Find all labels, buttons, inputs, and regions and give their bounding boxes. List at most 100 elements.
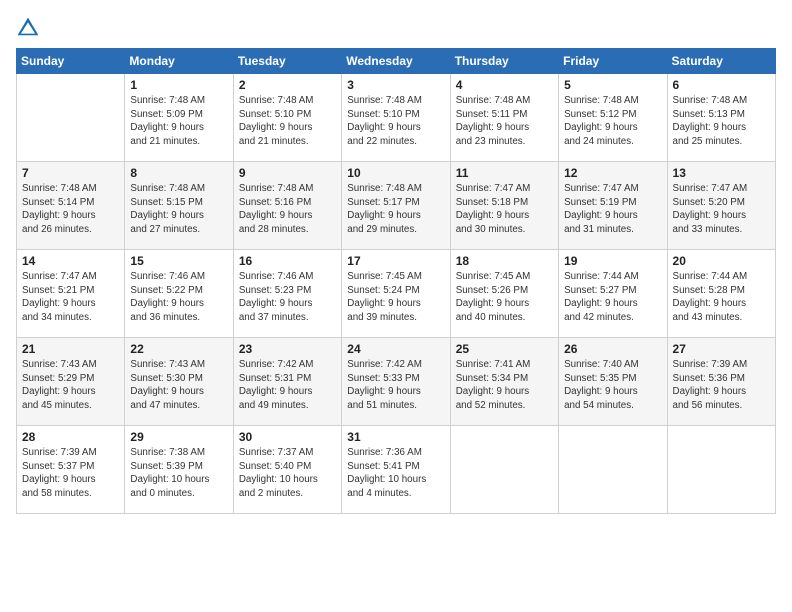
day-info: Sunrise: 7:48 AM Sunset: 5:14 PM Dayligh… <box>22 182 119 237</box>
calendar-cell: 31 Sunrise: 7:36 AM Sunset: 5:41 PM Dayli… <box>342 426 450 514</box>
day-number: 6 <box>673 78 770 92</box>
calendar-cell: 11Sunrise: 7:47 AM Sunset: 5:18 PM Dayli… <box>450 162 558 250</box>
day-info: Sunrise: 7:41 AM Sunset: 5:34 PM Dayligh… <box>456 358 553 413</box>
calendar-cell: 8 Sunrise: 7:48 AM Sunset: 5:15 PM Daylig… <box>125 162 233 250</box>
day-info: Sunrise: 7:37 AM Sunset: 5:40 PM Dayligh… <box>239 446 336 501</box>
day-number: 19 <box>564 254 661 268</box>
day-number: 18 <box>456 254 553 268</box>
day-number: 2 <box>239 78 336 92</box>
calendar-cell: 13 Sunrise: 7:47 AM Sunset: 5:20 PM Dayli… <box>667 162 775 250</box>
day-number: 21 <box>22 342 119 356</box>
day-number: 28 <box>22 430 119 444</box>
calendar-cell: 4 Sunrise: 7:48 AM Sunset: 5:11 PM Daylig… <box>450 74 558 162</box>
calendar-cell: 19 Sunrise: 7:44 AM Sunset: 5:27 PM Dayli… <box>559 250 667 338</box>
day-number: 13 <box>673 166 770 180</box>
calendar-cell: 27Sunrise: 7:39 AM Sunset: 5:36 PM Dayli… <box>667 338 775 426</box>
calendar-cell <box>667 426 775 514</box>
calendar-cell: 10Sunrise: 7:48 AM Sunset: 5:17 PM Dayli… <box>342 162 450 250</box>
day-info: Sunrise: 7:48 AM Sunset: 5:11 PM Dayligh… <box>456 94 553 149</box>
day-info: Sunrise: 7:38 AM Sunset: 5:39 PM Dayligh… <box>130 446 227 501</box>
day-info: Sunrise: 7:36 AM Sunset: 5:41 PM Dayligh… <box>347 446 444 501</box>
calendar-cell: 15 Sunrise: 7:46 AM Sunset: 5:22 PM Dayli… <box>125 250 233 338</box>
calendar-cell: 26 Sunrise: 7:40 AM Sunset: 5:35 PM Dayli… <box>559 338 667 426</box>
header <box>16 16 776 40</box>
calendar-cell: 20 Sunrise: 7:44 AM Sunset: 5:28 PM Dayli… <box>667 250 775 338</box>
day-info: Sunrise: 7:48 AM Sunset: 5:09 PM Dayligh… <box>130 94 227 149</box>
calendar-header: SundayMondayTuesdayWednesdayThursdayFrid… <box>17 49 776 74</box>
day-number: 30 <box>239 430 336 444</box>
day-number: 22 <box>130 342 227 356</box>
day-info: Sunrise: 7:42 AM Sunset: 5:31 PM Dayligh… <box>239 358 336 413</box>
day-number: 24 <box>347 342 444 356</box>
day-info: Sunrise: 7:48 AM Sunset: 5:13 PM Dayligh… <box>673 94 770 149</box>
day-header-sunday: Sunday <box>17 49 125 74</box>
logo <box>16 16 44 40</box>
day-info: Sunrise: 7:42 AM Sunset: 5:33 PM Dayligh… <box>347 358 444 413</box>
calendar-cell <box>559 426 667 514</box>
day-number: 26 <box>564 342 661 356</box>
calendar-cell: 9 Sunrise: 7:48 AM Sunset: 5:16 PM Daylig… <box>233 162 341 250</box>
day-number: 5 <box>564 78 661 92</box>
day-info: Sunrise: 7:44 AM Sunset: 5:27 PM Dayligh… <box>564 270 661 325</box>
page-container: SundayMondayTuesdayWednesdayThursdayFrid… <box>0 0 792 612</box>
calendar-cell: 17 Sunrise: 7:45 AM Sunset: 5:24 PM Dayli… <box>342 250 450 338</box>
day-number: 31 <box>347 430 444 444</box>
header-row: SundayMondayTuesdayWednesdayThursdayFrid… <box>17 49 776 74</box>
day-info: Sunrise: 7:43 AM Sunset: 5:29 PM Dayligh… <box>22 358 119 413</box>
day-info: Sunrise: 7:39 AM Sunset: 5:37 PM Dayligh… <box>22 446 119 501</box>
calendar: SundayMondayTuesdayWednesdayThursdayFrid… <box>16 48 776 514</box>
day-header-tuesday: Tuesday <box>233 49 341 74</box>
calendar-cell: 30 Sunrise: 7:37 AM Sunset: 5:40 PM Dayli… <box>233 426 341 514</box>
calendar-cell: 23Sunrise: 7:42 AM Sunset: 5:31 PM Dayli… <box>233 338 341 426</box>
day-number: 16 <box>239 254 336 268</box>
day-number: 9 <box>239 166 336 180</box>
day-number: 14 <box>22 254 119 268</box>
day-info: Sunrise: 7:48 AM Sunset: 5:15 PM Dayligh… <box>130 182 227 237</box>
day-header-wednesday: Wednesday <box>342 49 450 74</box>
day-info: Sunrise: 7:43 AM Sunset: 5:30 PM Dayligh… <box>130 358 227 413</box>
day-info: Sunrise: 7:44 AM Sunset: 5:28 PM Dayligh… <box>673 270 770 325</box>
calendar-cell: 28 Sunrise: 7:39 AM Sunset: 5:37 PM Dayli… <box>17 426 125 514</box>
day-number: 7 <box>22 166 119 180</box>
calendar-cell: 22 Sunrise: 7:43 AM Sunset: 5:30 PM Dayli… <box>125 338 233 426</box>
day-info: Sunrise: 7:47 AM Sunset: 5:20 PM Dayligh… <box>673 182 770 237</box>
day-number: 1 <box>130 78 227 92</box>
day-info: Sunrise: 7:48 AM Sunset: 5:10 PM Dayligh… <box>347 94 444 149</box>
logo-icon <box>16 16 40 40</box>
day-number: 17 <box>347 254 444 268</box>
day-info: Sunrise: 7:45 AM Sunset: 5:26 PM Dayligh… <box>456 270 553 325</box>
calendar-body: 1 Sunrise: 7:48 AM Sunset: 5:09 PM Daylig… <box>17 74 776 514</box>
day-number: 3 <box>347 78 444 92</box>
week-row: 28 Sunrise: 7:39 AM Sunset: 5:37 PM Dayli… <box>17 426 776 514</box>
calendar-cell: 12Sunrise: 7:47 AM Sunset: 5:19 PM Dayli… <box>559 162 667 250</box>
day-number: 4 <box>456 78 553 92</box>
calendar-cell: 21 Sunrise: 7:43 AM Sunset: 5:29 PM Dayli… <box>17 338 125 426</box>
day-header-saturday: Saturday <box>667 49 775 74</box>
day-header-thursday: Thursday <box>450 49 558 74</box>
calendar-cell: 7 Sunrise: 7:48 AM Sunset: 5:14 PM Daylig… <box>17 162 125 250</box>
day-info: Sunrise: 7:46 AM Sunset: 5:22 PM Dayligh… <box>130 270 227 325</box>
week-row: 7 Sunrise: 7:48 AM Sunset: 5:14 PM Daylig… <box>17 162 776 250</box>
calendar-cell: 24 Sunrise: 7:42 AM Sunset: 5:33 PM Dayli… <box>342 338 450 426</box>
calendar-cell: 29 Sunrise: 7:38 AM Sunset: 5:39 PM Dayli… <box>125 426 233 514</box>
day-info: Sunrise: 7:40 AM Sunset: 5:35 PM Dayligh… <box>564 358 661 413</box>
day-number: 15 <box>130 254 227 268</box>
day-number: 8 <box>130 166 227 180</box>
day-info: Sunrise: 7:48 AM Sunset: 5:12 PM Dayligh… <box>564 94 661 149</box>
calendar-cell: 6 Sunrise: 7:48 AM Sunset: 5:13 PM Daylig… <box>667 74 775 162</box>
day-number: 29 <box>130 430 227 444</box>
day-info: Sunrise: 7:47 AM Sunset: 5:18 PM Dayligh… <box>456 182 553 237</box>
day-info: Sunrise: 7:47 AM Sunset: 5:21 PM Dayligh… <box>22 270 119 325</box>
calendar-cell: 18 Sunrise: 7:45 AM Sunset: 5:26 PM Dayli… <box>450 250 558 338</box>
week-row: 14 Sunrise: 7:47 AM Sunset: 5:21 PM Dayli… <box>17 250 776 338</box>
day-info: Sunrise: 7:48 AM Sunset: 5:16 PM Dayligh… <box>239 182 336 237</box>
week-row: 21 Sunrise: 7:43 AM Sunset: 5:29 PM Dayli… <box>17 338 776 426</box>
day-header-monday: Monday <box>125 49 233 74</box>
day-info: Sunrise: 7:46 AM Sunset: 5:23 PM Dayligh… <box>239 270 336 325</box>
day-info: Sunrise: 7:45 AM Sunset: 5:24 PM Dayligh… <box>347 270 444 325</box>
day-info: Sunrise: 7:47 AM Sunset: 5:19 PM Dayligh… <box>564 182 661 237</box>
week-row: 1 Sunrise: 7:48 AM Sunset: 5:09 PM Daylig… <box>17 74 776 162</box>
day-header-friday: Friday <box>559 49 667 74</box>
day-number: 25 <box>456 342 553 356</box>
day-number: 20 <box>673 254 770 268</box>
